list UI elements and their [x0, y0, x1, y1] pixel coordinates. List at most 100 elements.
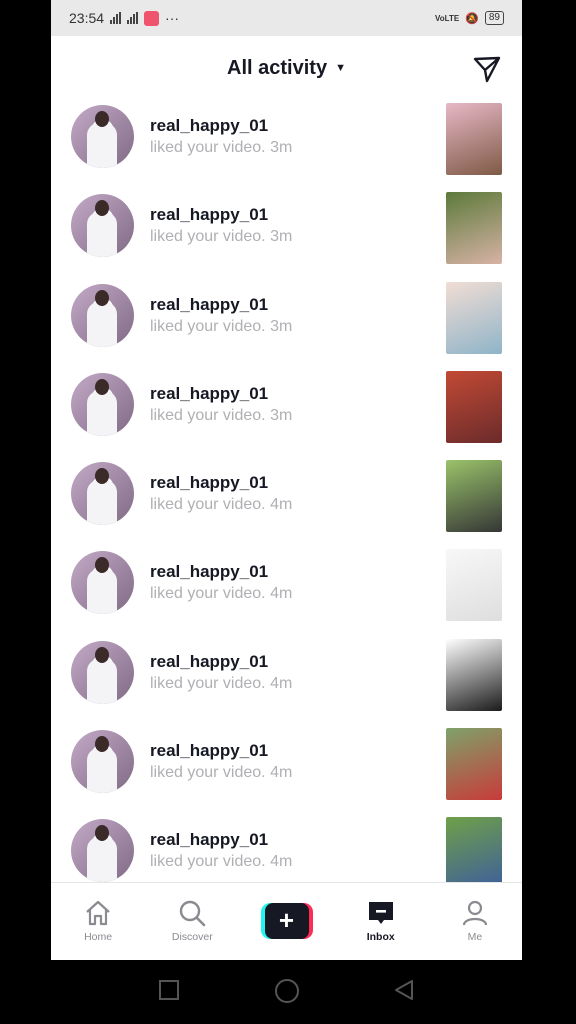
notification-app-icon [144, 10, 160, 26]
video-thumbnail[interactable] [446, 192, 502, 265]
action-line: liked your video. 3m [150, 137, 292, 159]
avatar[interactable] [71, 640, 134, 704]
action-text: liked your video. [150, 317, 266, 335]
action-text: liked your video. [150, 853, 266, 871]
notification-item[interactable]: real_happy_01 liked your video. 3m [51, 189, 522, 278]
tab-home-label: Home [84, 931, 113, 943]
more-notifications-icon: ··· [165, 10, 180, 26]
status-bar: 23:54 ··· VoLTE 🔕 89 [51, 0, 522, 36]
video-thumbnail[interactable] [446, 817, 502, 882]
username[interactable]: real_happy_01 [150, 383, 292, 405]
notification-item[interactable]: real_happy_01 liked your video. 4m [51, 457, 522, 546]
time-ago: 4m [270, 764, 293, 782]
video-thumbnail[interactable] [446, 549, 502, 622]
notification-item[interactable]: real_happy_01 liked your video. 3m [51, 100, 522, 189]
avatar[interactable] [71, 551, 134, 615]
video-thumbnail[interactable] [446, 281, 502, 354]
tab-inbox[interactable]: Inbox [334, 883, 428, 960]
notification-item[interactable]: real_happy_01 liked your video. 3m [51, 279, 522, 368]
activity-list: real_happy_01 liked your video. 3m real_ha… [51, 100, 522, 882]
video-thumbnail[interactable] [446, 728, 502, 801]
battery-indicator: 89 [484, 11, 504, 25]
notification-item[interactable]: real_happy_01 liked your video. 4m [51, 636, 522, 725]
notification-text: real_happy_01 liked your video. 3m [150, 115, 292, 159]
action-line: liked your video. 4m [150, 673, 292, 695]
notification-text: real_happy_01 liked your video. 3m [150, 204, 292, 248]
time-ago: 4m [270, 674, 293, 692]
tab-me[interactable]: Me [428, 883, 522, 960]
search-icon [180, 900, 206, 927]
username[interactable]: real_happy_01 [150, 561, 292, 583]
time-ago: 3m [270, 406, 293, 424]
notification-text: real_happy_01liked your video. 4m [150, 740, 292, 784]
username[interactable]: real_happy_01 [150, 204, 292, 226]
tab-discover-label: Discover [171, 931, 213, 943]
tab-me-label: Me [467, 931, 483, 943]
notification-item[interactable]: real_happy_01liked your video. 4m [51, 725, 522, 814]
time-ago: 4m [270, 853, 293, 871]
video-thumbnail[interactable] [446, 103, 502, 175]
time-ago: 4m [270, 585, 293, 603]
avatar[interactable] [71, 730, 134, 794]
avatar[interactable] [71, 105, 134, 168]
avatar[interactable] [71, 372, 134, 436]
mute-icon: 🔕 [465, 12, 479, 25]
video-thumbnail[interactable] [446, 460, 502, 533]
paper-plane-icon[interactable] [472, 54, 502, 84]
home-nav-icon[interactable] [274, 978, 300, 1004]
recent-apps-icon[interactable] [157, 978, 181, 1002]
notification-item[interactable]: real_happy_01 liked your video. 3m [51, 368, 522, 457]
video-thumbnail[interactable] [446, 638, 502, 711]
tab-home[interactable]: Home [51, 883, 145, 960]
action-text: liked your video. [150, 228, 266, 246]
notification-text: real_happy_01 liked your video. 4m [150, 829, 292, 873]
action-line: liked your video. 3m [150, 226, 292, 248]
bottom-tab-bar: Home Discover + Inbox Me [51, 882, 522, 960]
username[interactable]: real_happy_01 [150, 740, 292, 762]
create-button[interactable]: + [260, 903, 313, 939]
username[interactable]: real_happy_01 [150, 472, 292, 494]
home-icon [86, 900, 110, 926]
notification-text: real_happy_01 liked your video. 4m [150, 651, 292, 695]
volte-label: VoLTE [435, 13, 460, 23]
action-line: liked your video. 4m [150, 583, 292, 605]
time-ago: 3m [270, 228, 293, 246]
avatar[interactable] [71, 462, 134, 526]
avatar[interactable] [71, 194, 134, 258]
time-ago: 3m [270, 317, 293, 335]
notification-item[interactable]: real_happy_01 liked your video. 4m [51, 546, 522, 635]
video-thumbnail[interactable] [446, 370, 502, 443]
activity-filter-title[interactable]: All activity [227, 57, 327, 80]
action-text: liked your video. [150, 139, 266, 156]
inbox-icon [368, 902, 393, 924]
action-text: liked your video. [150, 674, 266, 692]
caret-down-icon[interactable]: ▼ [335, 62, 346, 74]
action-text: liked your video. [150, 496, 266, 514]
header: All activity ▼ [51, 36, 522, 100]
avatar[interactable] [71, 819, 134, 882]
action-text: liked your video. [150, 585, 266, 603]
time-ago: 4m [270, 496, 293, 514]
signal-icon [110, 12, 122, 24]
plus-icon: + [264, 903, 309, 939]
avatar[interactable] [71, 283, 134, 347]
username[interactable]: real_happy_01 [150, 829, 292, 851]
action-text: liked your video. [150, 764, 266, 782]
username[interactable]: real_happy_01 [150, 651, 292, 673]
profile-icon [462, 900, 488, 926]
time-ago: 3m [270, 139, 293, 156]
username[interactable]: real_happy_01 [150, 115, 292, 137]
tab-create[interactable]: + [239, 883, 333, 960]
back-nav-icon[interactable] [392, 978, 416, 1002]
username[interactable]: real_happy_01 [150, 294, 292, 316]
notification-text: real_happy_01 liked your video. 4m [150, 561, 292, 605]
notification-text: real_happy_01 liked your video. 4m [150, 472, 292, 516]
action-line: liked your video. 4m [150, 851, 292, 873]
notification-item[interactable]: real_happy_01 liked your video. 4m [51, 814, 522, 882]
phone-screen: 23:54 ··· VoLTE 🔕 89 All activity ▼ real… [51, 0, 522, 960]
action-line: liked your video. 3m [150, 405, 292, 427]
tab-discover[interactable]: Discover [145, 883, 239, 960]
status-time: 23:54 [69, 10, 105, 26]
action-line: liked your video. 3m [150, 316, 292, 338]
action-line: liked your video. 4m [150, 494, 292, 516]
